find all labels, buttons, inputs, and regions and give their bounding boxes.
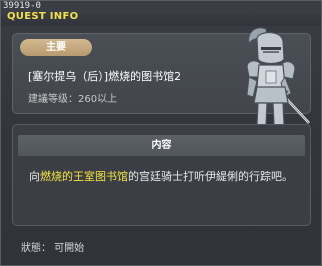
quest-id: 39919-0 xyxy=(3,1,41,11)
recommended-level: 建議等级：260以上 xyxy=(28,94,118,105)
description-text-start: 向 xyxy=(29,170,40,183)
content-header: 内容 xyxy=(18,135,305,156)
quest-type-badge: 主要 xyxy=(20,39,92,56)
quest-content-panel: 内容 向燃烧的王室图书馆的宫廷骑士打听伊緹俐的行踪吧。 xyxy=(12,124,311,226)
description-text-end: 的宫廷骑士打听伊緹俐的行踪吧。 xyxy=(128,170,293,183)
title-bar[interactable]: QUEST INFO xyxy=(1,10,321,26)
quest-info-window: QUEST INFO 39919-0 主要 [塞尔提乌（后）]燃烧的图书馆2 建… xyxy=(0,0,322,266)
window-title: QUEST INFO xyxy=(7,11,79,22)
quest-status: 狀態： 可開始 xyxy=(21,243,85,254)
quest-description: 向燃烧的王室图书馆的宫廷骑士打听伊緹俐的行踪吧。 xyxy=(29,167,301,187)
quest-name: [塞尔提乌（后）]燃烧的图书馆2 xyxy=(28,70,182,83)
description-highlight: 燃烧的王室图书馆 xyxy=(40,170,128,183)
armored-knight-icon xyxy=(246,27,310,134)
